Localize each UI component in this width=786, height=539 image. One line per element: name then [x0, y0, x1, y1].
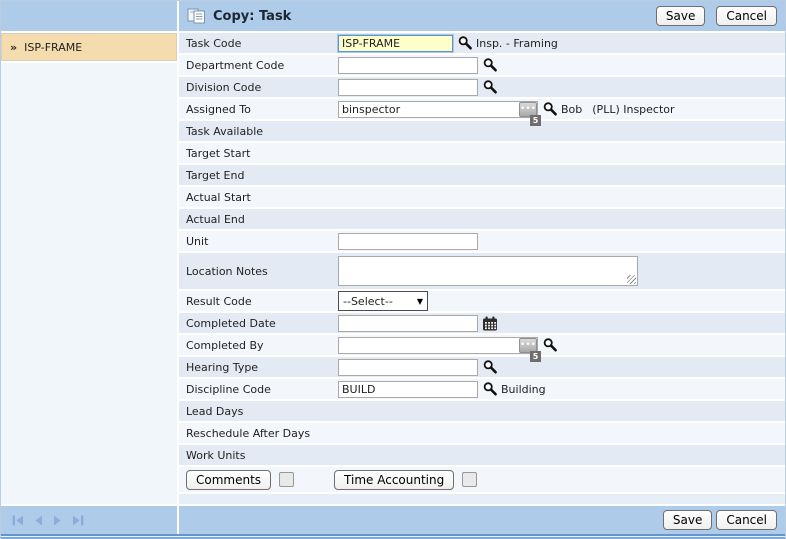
previous-page-icon[interactable]: [31, 514, 45, 527]
copy-icon: [187, 8, 206, 24]
reschedule-after-days-row: Reschedule After Days: [179, 423, 785, 445]
time-accounting-checkbox[interactable]: [462, 472, 478, 487]
actual-end-label: Actual End: [186, 212, 245, 226]
completed-date-label: Completed Date: [186, 316, 276, 330]
discipline-code-row: Discipline Code Building: [179, 379, 785, 401]
last-page-icon[interactable]: [71, 514, 85, 527]
completed-by-row: Completed By ••• 5: [179, 335, 785, 362]
hearing-type-row: Hearing Type: [179, 357, 785, 379]
page-title: Copy: Task: [213, 8, 292, 24]
assigned-to-name: Bob: [561, 102, 583, 116]
first-page-icon[interactable]: [11, 514, 25, 527]
division-code-input[interactable]: [338, 78, 478, 96]
completed-by-input[interactable]: [338, 336, 538, 354]
footer-bar: Save Cancel: [179, 506, 785, 534]
unit-input[interactable]: [338, 232, 478, 250]
sidebar-item-label: ISP-FRAME: [24, 40, 83, 54]
actual-end-row: Actual End: [179, 209, 785, 231]
assigned-to-count-badge: 5: [530, 114, 541, 126]
task-code-label: Task Code: [186, 36, 242, 50]
location-notes-textarea[interactable]: [338, 256, 638, 286]
hearing-type-input[interactable]: [338, 358, 478, 376]
department-code-search-icon[interactable]: [482, 57, 498, 73]
task-code-search-icon[interactable]: [457, 35, 473, 51]
location-notes-label: Location Notes: [186, 264, 268, 278]
comments-checkbox[interactable]: [279, 472, 295, 487]
sidebar-body: [1, 63, 177, 504]
result-code-row: Result Code --Select-- ▼: [179, 291, 785, 313]
actual-start-label: Actual Start: [186, 190, 251, 204]
save-button-top[interactable]: Save: [655, 6, 706, 26]
work-units-row: Work Units: [179, 445, 785, 467]
task-available-label: Task Available: [186, 124, 264, 138]
result-code-label: Result Code: [186, 294, 252, 308]
time-accounting-button[interactable]: Time Accounting: [334, 469, 455, 490]
lead-days-label: Lead Days: [186, 404, 244, 418]
actual-start-row: Actual Start: [179, 187, 785, 209]
unit-label: Unit: [186, 234, 209, 248]
hearing-type-search-icon[interactable]: [482, 359, 498, 375]
location-notes-row: Location Notes: [179, 253, 785, 291]
selected-marker-icon: »: [10, 40, 18, 54]
discipline-code-label: Discipline Code: [186, 382, 271, 396]
task-code-description: Insp. - Framing: [476, 36, 558, 50]
dropdown-arrow-icon: ▼: [416, 296, 423, 306]
cancel-button-top[interactable]: Cancel: [716, 6, 777, 26]
cancel-button-bottom[interactable]: Cancel: [716, 510, 777, 530]
comments-button[interactable]: Comments: [186, 469, 272, 490]
task-code-row: Task Code Insp. - Framing: [179, 33, 785, 55]
target-end-row: Target End: [179, 165, 785, 187]
form-buttons-row: Comments Time Accounting: [179, 467, 785, 494]
unit-row: Unit: [179, 231, 785, 253]
discipline-code-input[interactable]: [338, 380, 478, 398]
assigned-to-search-icon[interactable]: [542, 101, 558, 117]
discipline-code-search-icon[interactable]: [482, 381, 498, 397]
assigned-to-row: Assigned To ••• 5 Bob (PLL) Inspector: [179, 99, 785, 126]
copy-task-window: » ISP-FRAME Copy: Task Save Cancel Task …: [0, 0, 786, 539]
department-code-row: Department Code: [179, 55, 785, 77]
target-start-row: Target Start: [179, 143, 785, 165]
assigned-to-input[interactable]: [338, 100, 538, 118]
task-form: Task Code Insp. - Framing Department Cod…: [179, 33, 785, 494]
sidebar: » ISP-FRAME: [1, 1, 177, 534]
pagination-bar: [1, 506, 177, 534]
result-code-select[interactable]: --Select-- ▼: [338, 291, 428, 311]
hearing-type-label: Hearing Type: [186, 360, 259, 374]
save-button-bottom[interactable]: Save: [662, 510, 713, 530]
division-code-search-icon[interactable]: [482, 79, 498, 95]
completed-date-row: Completed Date: [179, 313, 785, 335]
division-code-label: Division Code: [186, 80, 262, 94]
sidebar-header-bar: [1, 1, 177, 31]
completed-by-label: Completed By: [186, 338, 264, 352]
completed-by-count-badge: 5: [530, 350, 541, 362]
next-page-icon[interactable]: [51, 514, 65, 527]
lead-days-row: Lead Days: [179, 401, 785, 423]
department-code-input[interactable]: [338, 56, 478, 74]
calendar-icon[interactable]: [482, 316, 498, 331]
discipline-code-description: Building: [501, 382, 546, 396]
window-bottom-edge: [1, 534, 785, 539]
reschedule-after-days-label: Reschedule After Days: [186, 426, 311, 440]
target-end-label: Target End: [186, 168, 245, 182]
task-available-row: Task Available: [179, 121, 785, 143]
completed-by-search-icon[interactable]: [542, 337, 558, 353]
work-units-label: Work Units: [186, 448, 246, 462]
department-code-label: Department Code: [186, 58, 285, 72]
assigned-to-label: Assigned To: [186, 102, 251, 116]
main-panel: Copy: Task Save Cancel Task Code Insp. -…: [179, 1, 785, 534]
assigned-to-detail: (PLL) Inspector: [592, 102, 675, 116]
completed-date-input[interactable]: [338, 314, 478, 332]
task-code-input[interactable]: [338, 34, 453, 52]
division-code-row: Division Code: [179, 77, 785, 99]
result-code-selected-option: --Select--: [343, 294, 393, 308]
page-header: Copy: Task Save Cancel: [179, 1, 785, 31]
form-footer-spacer: [179, 494, 785, 504]
sidebar-item-isp-frame[interactable]: » ISP-FRAME: [1, 33, 177, 61]
target-start-label: Target Start: [186, 146, 251, 160]
